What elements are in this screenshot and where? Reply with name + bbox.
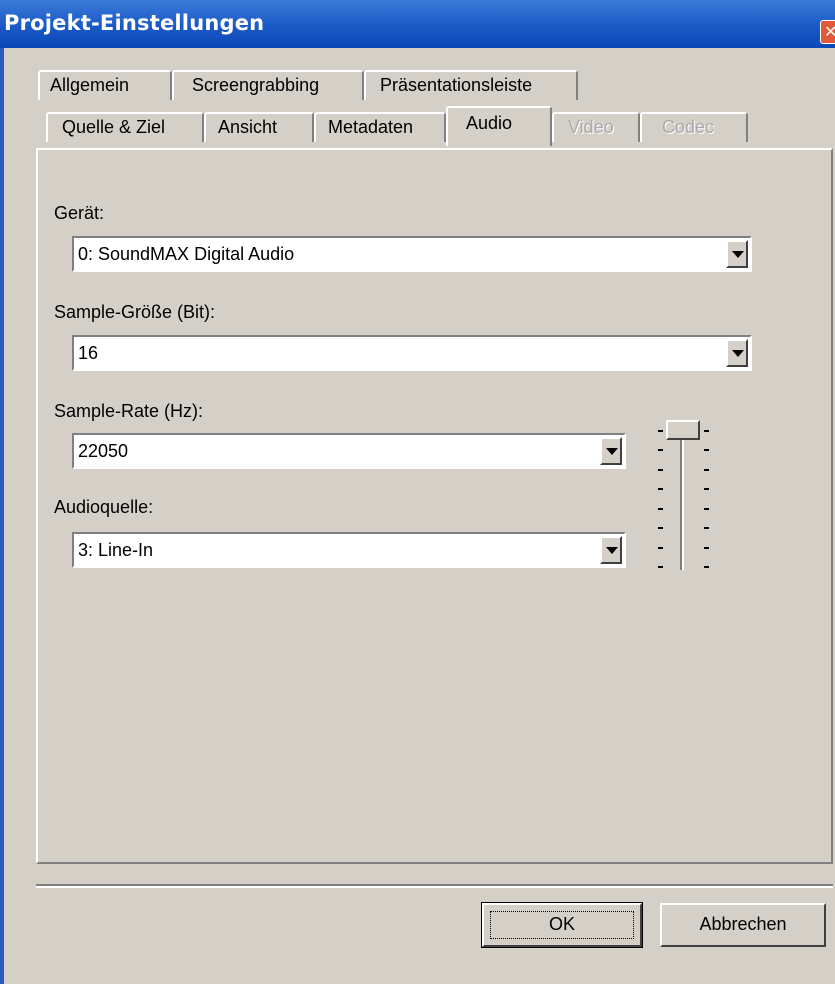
device-label: Gerät: [54,203,105,223]
slider-tick [658,507,663,510]
tab-label: Allgemein [50,75,130,95]
title-bar: Projekt-Einstellungen ✕ [0,0,835,48]
slider-tick [658,430,663,432]
audio-source-select[interactable]: 3: Line-In [72,532,626,568]
slider-thumb[interactable] [666,420,700,440]
device-select[interactable]: 0: SoundMAX Digital Audio [72,236,752,272]
slider-tick [704,566,709,568]
slider-tick [658,566,663,568]
tab-video: Video [552,112,640,142]
focus-rect [490,911,634,939]
slider-tick [704,546,709,549]
tab-label: Ansicht [218,117,278,137]
sample-rate-label: Sample-Rate (Hz): [54,401,204,421]
volume-slider[interactable] [652,418,716,570]
slider-tick [658,527,663,530]
window-left-border [0,48,4,984]
tab-label: Quelle & Ziel [62,117,166,137]
tab-audio[interactable]: Audio [446,106,552,146]
tab-screengrabbing[interactable]: Screengrabbing [172,70,364,100]
chevron-down-icon[interactable] [600,437,622,465]
sample-size-value: 16 [78,343,99,363]
slider-tick [704,449,709,452]
close-icon[interactable]: ✕ [820,20,835,44]
slider-tick [658,468,663,471]
chevron-down-icon[interactable] [726,339,748,367]
slider-tick [658,449,663,452]
audio-source-value: 3: Line-In [78,540,154,560]
ok-button[interactable]: OK [481,902,643,948]
sample-rate-value: 22050 [78,441,129,461]
audio-source-label: Audioquelle: [54,497,154,517]
chevron-down-icon[interactable] [600,536,622,564]
tab-label: Audio [466,113,513,133]
tab-label: Präsentationsleiste [380,75,533,95]
slider-tick [704,507,709,510]
tab-label: Video [568,117,614,137]
slider-tick [704,468,709,471]
project-settings-dialog: Projekt-Einstellungen ✕ Allgemein Screen… [0,0,835,984]
tab-metadaten[interactable]: Metadaten [314,112,446,142]
tab-ansicht[interactable]: Ansicht [204,112,314,142]
tab-codec: Codec [640,112,748,142]
sample-size-label: Sample-Größe (Bit): [54,302,216,322]
tab-label: Screengrabbing [192,75,320,95]
cancel-button-label: Abbrechen [699,914,787,934]
slider-tick [704,527,709,530]
tab-allgemein[interactable]: Allgemein [38,70,172,100]
tab-praesentationsleiste[interactable]: Präsentationsleiste [364,70,578,100]
chevron-down-icon[interactable] [726,240,748,268]
slider-tick [658,546,663,549]
slider-tick [704,430,709,432]
sample-size-select[interactable]: 16 [72,335,752,371]
button-separator [36,884,833,888]
window-title: Projekt-Einstellungen [4,11,265,35]
tab-label: Metadaten [328,117,414,137]
sample-rate-select[interactable]: 22050 [72,433,626,469]
tab-label: Codec [662,117,715,137]
tab-quelle-ziel[interactable]: Quelle & Ziel [46,112,204,142]
slider-tick [704,488,709,491]
cancel-button[interactable]: Abbrechen [660,903,826,947]
device-value: 0: SoundMAX Digital Audio [78,244,295,264]
slider-tick [658,488,663,491]
slider-track [680,430,684,570]
